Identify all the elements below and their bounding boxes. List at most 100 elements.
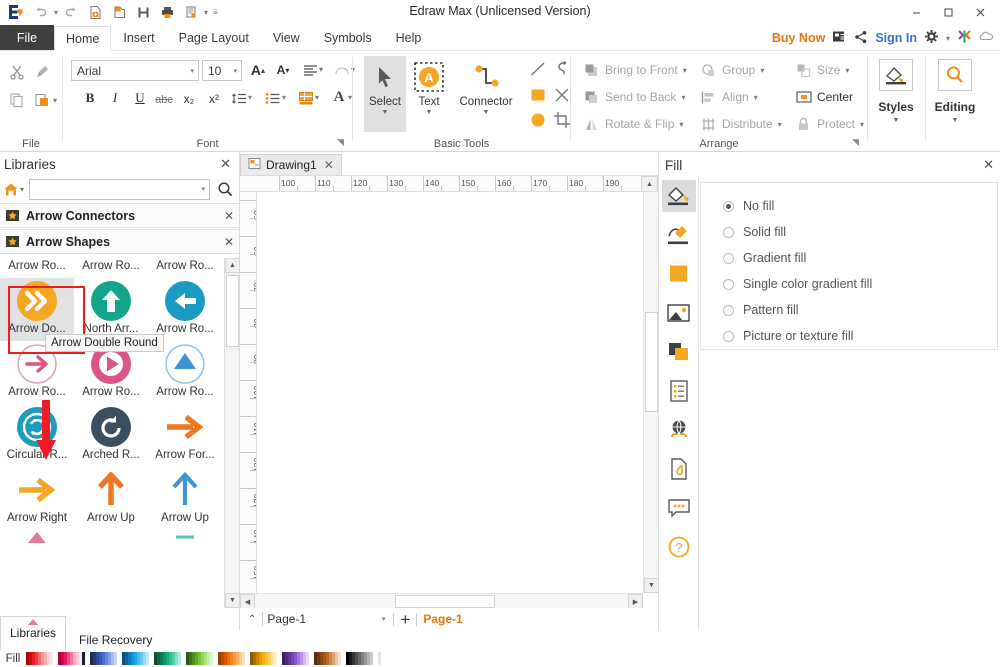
- app-colorful-icon[interactable]: [957, 29, 972, 47]
- editing-button[interactable]: Editing ▼: [927, 53, 983, 139]
- shrink-font-button[interactable]: A ▾: [272, 59, 294, 81]
- picture-icon[interactable]: [662, 297, 696, 329]
- size-dropdown-icon[interactable]: ▾: [845, 66, 849, 75]
- buy-now-link[interactable]: Buy Now: [772, 31, 825, 45]
- shape-item-north-arrow[interactable]: North Arr...: [74, 278, 148, 341]
- shape-item[interactable]: [74, 530, 148, 593]
- text-align-button[interactable]: [299, 59, 321, 81]
- tab-insert[interactable]: Insert: [111, 25, 166, 50]
- bottom-tab-file-recovery[interactable]: File Recovery: [70, 630, 161, 650]
- send-to-back-dropdown-icon[interactable]: ▾: [681, 93, 685, 102]
- arrange-dialog-launcher[interactable]: ◥: [852, 137, 864, 149]
- shadow-square-icon[interactable]: [662, 258, 696, 290]
- bring-to-front-dropdown-icon[interactable]: ▾: [683, 66, 687, 75]
- attachment-doc-icon[interactable]: [662, 453, 696, 485]
- subscript-button[interactable]: x₂: [178, 88, 200, 110]
- protect-button[interactable]: Protect ▾: [795, 112, 864, 136]
- size-button[interactable]: Size ▾: [795, 58, 849, 82]
- send-to-back-button[interactable]: Send to Back ▾: [583, 85, 685, 109]
- library-category-close-icon[interactable]: ✕: [224, 209, 234, 223]
- text-highlight-dropdown-icon[interactable]: ▾: [315, 93, 319, 102]
- strikethrough-button[interactable]: abc: [153, 89, 175, 111]
- fill-option-no-fill[interactable]: No fill: [723, 193, 997, 219]
- shape-item[interactable]: Arrow Ro...: [74, 260, 148, 278]
- font-color-button[interactable]: A: [328, 86, 350, 108]
- scroll-down-icon[interactable]: ▼: [225, 593, 240, 608]
- distribute-button[interactable]: Distribute ▾: [700, 112, 782, 136]
- library-search-input[interactable]: ▾: [29, 178, 210, 200]
- canvas-vscroll-thumb[interactable]: [645, 312, 658, 412]
- shape-item[interactable]: [0, 530, 74, 593]
- styles-button[interactable]: Styles ▼: [868, 53, 924, 139]
- editing-dropdown-icon[interactable]: ▼: [952, 117, 959, 124]
- sign-in-link[interactable]: Sign In: [875, 31, 917, 45]
- chevron-down-icon[interactable]: ▾: [382, 615, 386, 623]
- bullet-list-dropdown-icon[interactable]: ▾: [282, 93, 286, 102]
- maximize-button[interactable]: [932, 1, 964, 23]
- add-page-button[interactable]: +: [400, 611, 410, 628]
- canvas-scroll-left-icon[interactable]: ◀: [240, 594, 255, 609]
- gear-icon[interactable]: [924, 29, 939, 47]
- hyperlink-globe-icon[interactable]: [662, 414, 696, 446]
- bottom-tab-libraries[interactable]: Libraries: [0, 616, 67, 650]
- fill-bucket-icon[interactable]: [661, 180, 696, 212]
- connector-dropdown-icon[interactable]: ▼: [483, 109, 490, 116]
- curve-text-button[interactable]: [331, 59, 353, 81]
- align-button[interactable]: Align ▾: [700, 85, 758, 109]
- export-icon[interactable]: [180, 2, 202, 22]
- chevron-down-icon[interactable]: ▾: [233, 67, 237, 75]
- grow-font-button[interactable]: A ▴: [247, 59, 269, 81]
- font-dialog-launcher[interactable]: ◥: [337, 137, 349, 149]
- tab-symbols[interactable]: Symbols: [312, 25, 384, 50]
- chevron-down-icon[interactable]: ▾: [190, 67, 194, 75]
- paste-button[interactable]: [31, 89, 53, 111]
- fill-option-picture-or-texture-fill[interactable]: Picture or texture fill: [723, 323, 997, 349]
- connector-tool-button[interactable]: Connector ▼: [452, 56, 520, 132]
- export-dropdown-icon[interactable]: ▾: [204, 8, 208, 17]
- library-category-arrow-shapes[interactable]: Arrow Shapes ✕: [0, 229, 239, 254]
- tab-home[interactable]: Home: [54, 26, 112, 51]
- tab-file[interactable]: File: [0, 25, 54, 50]
- fill-panel-close-icon[interactable]: ✕: [983, 157, 994, 173]
- fill-option-solid-fill[interactable]: Solid fill: [723, 219, 997, 245]
- chevron-down-icon[interactable]: ▾: [201, 185, 205, 193]
- shape-item-arched-rotate[interactable]: Arched R...: [74, 404, 148, 467]
- distribute-dropdown-icon[interactable]: ▾: [778, 120, 782, 129]
- font-family-input[interactable]: Arial ▾: [71, 60, 199, 81]
- library-category-close-icon[interactable]: ✕: [224, 235, 234, 249]
- line-pen-icon[interactable]: [662, 219, 696, 251]
- close-button[interactable]: [964, 1, 996, 23]
- shape-item[interactable]: Arrow Ro...: [148, 260, 222, 278]
- shape-item-arrow-forward[interactable]: Arrow For...: [148, 404, 222, 467]
- rotate-flip-dropdown-icon[interactable]: ▾: [679, 120, 683, 129]
- text-dropdown-icon[interactable]: ▼: [426, 109, 433, 116]
- format-painter-button[interactable]: [31, 61, 53, 83]
- scroll-up-icon[interactable]: ▲: [225, 258, 240, 273]
- fill-option-gradient-fill[interactable]: Gradient fill: [723, 245, 997, 271]
- canvas[interactable]: [257, 192, 642, 593]
- comment-icon[interactable]: [662, 492, 696, 524]
- shape-item-arrow-up-blue[interactable]: Arrow Up: [148, 467, 222, 530]
- text-highlight-button[interactable]: [295, 87, 317, 109]
- color-swatches[interactable]: [26, 652, 381, 665]
- center-button[interactable]: Center: [795, 85, 853, 109]
- text-tool-button[interactable]: A Text ▼: [408, 56, 450, 132]
- minimize-button[interactable]: [900, 1, 932, 23]
- cut-button[interactable]: [6, 61, 28, 83]
- list-doc-icon[interactable]: [662, 375, 696, 407]
- canvas-hscroll-thumb[interactable]: [395, 595, 495, 608]
- rotate-flip-button[interactable]: Rotate & Flip ▾: [583, 112, 683, 136]
- align-dropdown-icon[interactable]: ▾: [754, 93, 758, 102]
- canvas-scroll-down-icon[interactable]: ▼: [644, 578, 659, 593]
- home-icon[interactable]: ▾: [3, 182, 25, 197]
- shape-item-arrow-up-orange[interactable]: Arrow Up: [74, 467, 148, 530]
- line-tool-button[interactable]: [527, 58, 549, 80]
- radio-icon[interactable]: [723, 304, 734, 316]
- library-category-arrow-connectors[interactable]: Arrow Connectors ✕: [0, 203, 239, 228]
- color-swatch[interactable]: [378, 652, 381, 665]
- redo-icon[interactable]: [60, 2, 82, 22]
- radio-icon[interactable]: [723, 278, 734, 290]
- page-selector[interactable]: Page-1 ▾: [262, 612, 387, 626]
- page-collapse-icon[interactable]: ⌃: [248, 614, 256, 625]
- library-scroll-thumb[interactable]: [226, 275, 239, 347]
